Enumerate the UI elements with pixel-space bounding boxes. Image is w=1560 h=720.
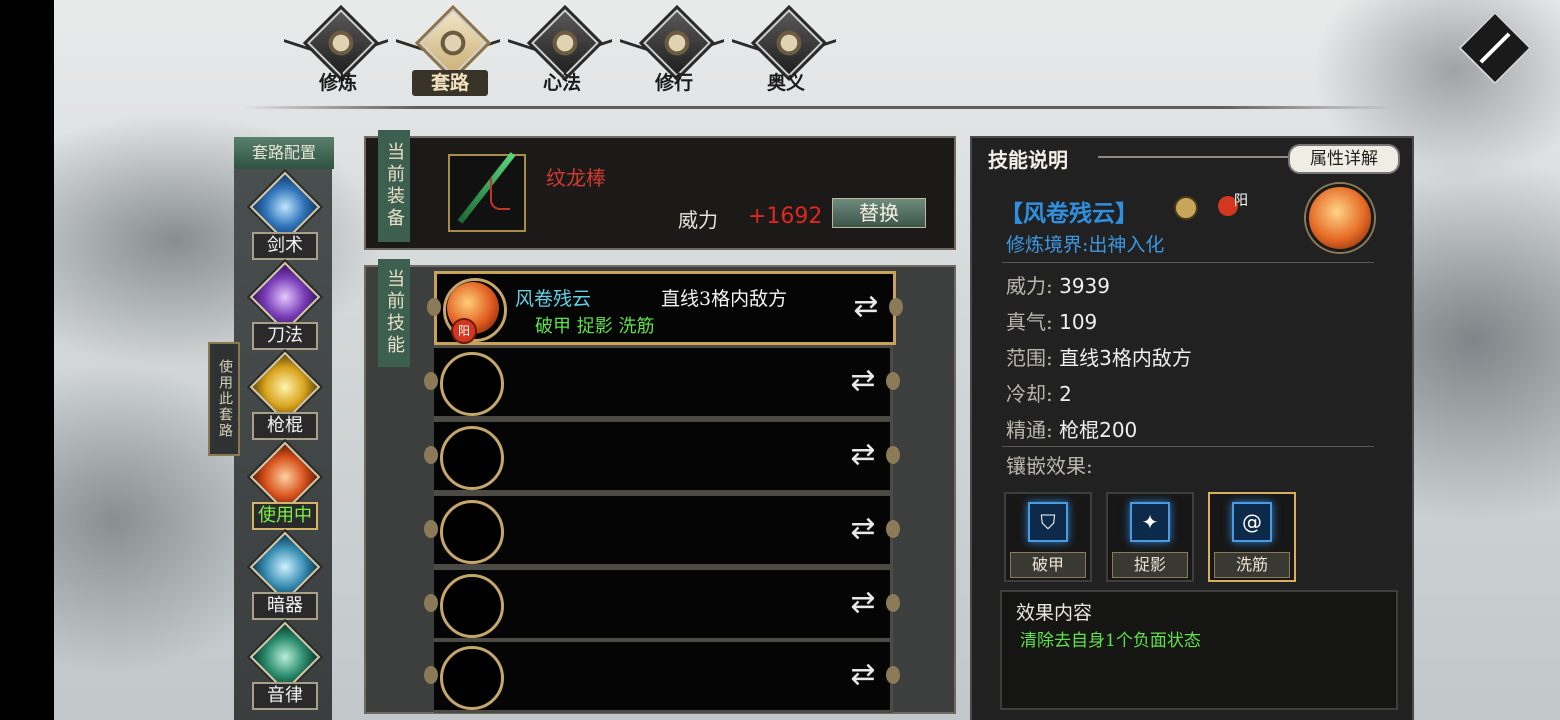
replace-button[interactable]: 替换	[832, 198, 926, 228]
skill-slot-2[interactable]: ⇄	[424, 345, 900, 419]
swap-icon[interactable]: ⇄	[846, 440, 880, 470]
attribute-detail-button[interactable]: 属性详解	[1288, 144, 1400, 174]
equipment-panel: 当前装备 纹龙棒 威力 +1692 替换	[364, 130, 956, 250]
tab-xiuxing[interactable]: 修行	[618, 4, 728, 100]
stat-cooldown: 冷却: 2	[1006, 382, 1072, 406]
swap-icon[interactable]: ⇄	[846, 514, 880, 544]
stat-power: 威力: 3939	[1006, 274, 1111, 298]
effect-description: 清除去自身1个负面状态	[1020, 631, 1201, 651]
inlay-label: 镶嵌效果:	[1006, 454, 1093, 478]
weapon-slot[interactable]	[448, 152, 526, 232]
header-divider	[1098, 156, 1288, 158]
empty-slot-ring	[440, 646, 504, 710]
coin-icon	[1174, 196, 1198, 220]
swirl-icon: @	[1232, 502, 1272, 542]
effect-box: 效果内容 清除去自身1个负面状态	[1000, 590, 1398, 710]
skill-info-panel: 技能说明 属性详解 【风卷残云】 阳 修炼境界:出神入化 威力: 3939 真气…	[970, 136, 1414, 720]
yang-element-icon: 阳	[451, 318, 477, 344]
skill-name: 风卷残云	[515, 288, 592, 310]
nav-divider	[244, 106, 1394, 109]
inlay-slot-zhuoying[interactable]: ✦ 捉影	[1106, 492, 1194, 582]
power-value: +1692	[748, 204, 823, 229]
inlay-slot-pojia[interactable]: ⛉ 破甲	[1004, 492, 1092, 582]
skill-slot-4[interactable]: ⇄	[424, 493, 900, 567]
stat-mastery: 精通: 枪棍200	[1006, 418, 1138, 442]
skill-title: 【风卷残云】	[1000, 200, 1138, 227]
power-label: 威力	[678, 208, 718, 232]
swap-icon[interactable]: ⇄	[846, 588, 880, 618]
runner-icon: ✦	[1130, 502, 1170, 542]
tab-xiulian[interactable]: 修炼	[282, 4, 392, 100]
swap-icon[interactable]: ⇄	[849, 292, 883, 322]
close-icon	[1479, 32, 1511, 64]
category-sword[interactable]: 剑术	[244, 171, 324, 266]
element-label: 阳	[1234, 193, 1248, 209]
info-header: 技能说明	[988, 148, 1068, 172]
skill-slot-6[interactable]: ⇄	[424, 639, 900, 713]
top-nav: 修炼 套路 心法 修行 奥义	[282, 4, 842, 100]
swirl-emblem-icon	[546, 24, 584, 62]
stat-qi: 真气: 109	[1006, 310, 1098, 334]
category-in-use[interactable]: 使用中	[244, 441, 324, 536]
weapon-name: 纹龙棒	[546, 166, 606, 190]
use-loadout-button[interactable]: 使用此套路	[208, 342, 240, 456]
empty-slot-ring	[440, 352, 504, 416]
loadout-title: 套路配置	[234, 137, 334, 169]
skill-tags: 破甲 捉影 洗筋	[535, 316, 655, 337]
empty-slot-ring	[440, 426, 504, 490]
skill-slot-5[interactable]: ⇄	[424, 567, 900, 641]
effect-title: 效果内容	[1016, 602, 1093, 624]
skills-panel: 当前技能 阳 风卷残云 直线3格内敌方 破甲 捉影 洗筋 ⇄ ⇄ ⇄ ⇄ ⇄ ⇄	[364, 259, 956, 714]
scroll-emblem-icon	[658, 24, 696, 62]
stat-range: 范围: 直线3格内敌方	[1006, 346, 1192, 370]
category-hidden-weapon[interactable]: 暗器	[244, 531, 324, 626]
flame-emblem-icon	[322, 24, 360, 62]
equipment-tab: 当前装备	[378, 130, 410, 242]
tab-aoyi[interactable]: 奥义	[730, 4, 840, 100]
category-music[interactable]: 音律	[244, 621, 324, 716]
skill-slot-1[interactable]: 阳 风卷残云 直线3格内敌方 破甲 捉影 洗筋 ⇄	[427, 271, 903, 345]
tab-taolu[interactable]: 套路	[394, 4, 504, 100]
skill-range: 直线3格内敌方	[661, 288, 788, 310]
skill-slot-3[interactable]: ⇄	[424, 419, 900, 493]
cultivation-realm: 修炼境界:出神入化	[1006, 234, 1165, 256]
close-button[interactable]	[1458, 11, 1532, 85]
skill-large-icon	[1306, 184, 1374, 252]
skills-tab: 当前技能	[378, 259, 410, 367]
fist-emblem-icon	[434, 24, 472, 62]
category-blade[interactable]: 刀法	[244, 261, 324, 356]
game-screen: 修炼 套路 心法 修行 奥义 套路配置 使用此套路 剑术 刀法 枪棍 使用中 暗…	[54, 0, 1560, 720]
swap-icon[interactable]: ⇄	[846, 660, 880, 690]
empty-slot-ring	[440, 574, 504, 638]
lotus-emblem-icon	[770, 24, 808, 62]
tab-xinfa[interactable]: 心法	[506, 4, 616, 100]
empty-slot-ring	[440, 500, 504, 564]
shield-icon: ⛉	[1028, 502, 1068, 542]
swap-icon[interactable]: ⇄	[846, 366, 880, 396]
category-spear[interactable]: 枪棍	[244, 351, 324, 446]
inlay-slot-xijin[interactable]: @ 洗筋	[1208, 492, 1296, 582]
